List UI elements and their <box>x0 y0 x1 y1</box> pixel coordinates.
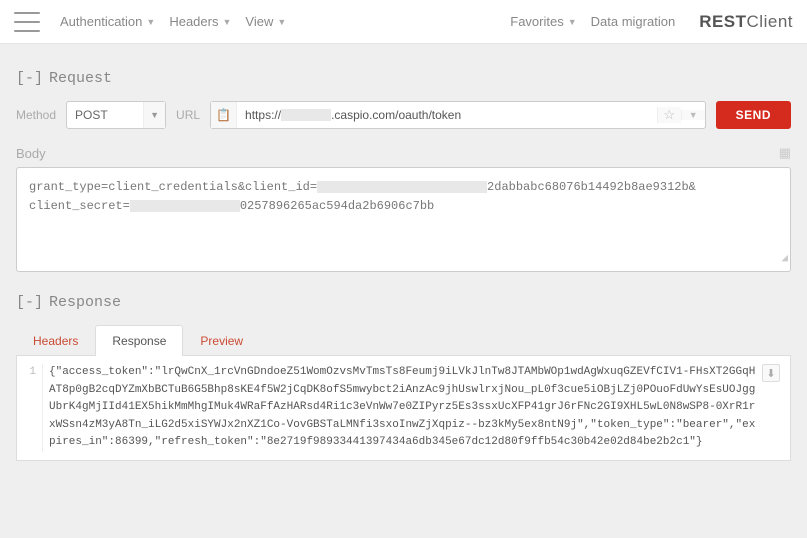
tab-response[interactable]: Response <box>95 325 183 356</box>
top-bar: Authentication ▼ Headers ▼ View ▼ Favori… <box>0 0 807 44</box>
chevron-down-icon[interactable]: ▼ <box>681 110 705 120</box>
collapse-request-button[interactable]: [-] <box>16 70 43 87</box>
nav-favorites-label: Favorites <box>510 14 563 29</box>
request-section-title: [-] Request <box>16 70 791 87</box>
request-title-label: Request <box>49 70 112 87</box>
url-label: URL <box>176 108 200 122</box>
redacted-client-id <box>317 181 487 193</box>
chevron-down-icon: ▼ <box>568 17 577 27</box>
chevron-down-icon: ▼ <box>146 17 155 27</box>
chevron-down-icon: ▼ <box>222 17 231 27</box>
nav-headers-label: Headers <box>169 14 218 29</box>
redacted-client-secret <box>130 200 240 212</box>
chevron-down-icon[interactable]: ▼ <box>143 102 165 128</box>
grid-icon[interactable]: ▦ <box>779 145 791 161</box>
response-section-title: [-] Response <box>16 294 791 311</box>
star-icon[interactable]: ☆ <box>657 107 681 123</box>
redacted-subdomain <box>281 109 331 121</box>
nav-view-label: View <box>245 14 273 29</box>
nav-data-migration[interactable]: Data migration <box>591 14 676 29</box>
tab-preview[interactable]: Preview <box>183 325 260 356</box>
request-bar: Method POST ▼ URL 📋 https://.caspio.com/… <box>16 101 791 129</box>
collapse-response-button[interactable]: [-] <box>16 294 43 311</box>
nav-headers[interactable]: Headers ▼ <box>169 14 231 29</box>
response-tabs: Headers Response Preview <box>16 325 791 356</box>
nav-data-migration-label: Data migration <box>591 14 676 29</box>
nav-authentication-label: Authentication <box>60 14 142 29</box>
send-button[interactable]: SEND <box>716 101 791 129</box>
method-label: Method <box>16 108 56 122</box>
body-textarea[interactable]: grant_type=client_credentials&client_id=… <box>16 167 791 272</box>
response-body: ⬇ 1 {"access_token":"lrQwCnX_1rcVnGDndoe… <box>16 356 791 461</box>
response-text[interactable]: {"access_token":"lrQwCnX_1rcVnGDndoeZ51W… <box>49 364 782 452</box>
chevron-down-icon: ▼ <box>277 17 286 27</box>
url-input-wrap: 📋 https://.caspio.com/oauth/token ☆ ▼ <box>210 101 706 129</box>
app-brand: RESTClient <box>699 12 793 32</box>
line-number: 1 <box>25 364 43 452</box>
download-icon[interactable]: ⬇ <box>762 364 780 382</box>
resize-handle-icon[interactable]: ◢ <box>781 251 788 269</box>
response-title-label: Response <box>49 294 121 311</box>
nav-view[interactable]: View ▼ <box>245 14 286 29</box>
body-label: Body <box>16 146 46 161</box>
method-value: POST <box>75 108 108 122</box>
nav-favorites[interactable]: Favorites ▼ <box>510 14 576 29</box>
menu-icon[interactable] <box>14 12 40 32</box>
nav-authentication[interactable]: Authentication ▼ <box>60 14 155 29</box>
url-input[interactable]: https://.caspio.com/oauth/token <box>237 108 657 122</box>
tab-headers[interactable]: Headers <box>16 325 95 356</box>
clipboard-icon[interactable]: 📋 <box>211 102 237 128</box>
method-select[interactable]: POST ▼ <box>66 101 166 129</box>
